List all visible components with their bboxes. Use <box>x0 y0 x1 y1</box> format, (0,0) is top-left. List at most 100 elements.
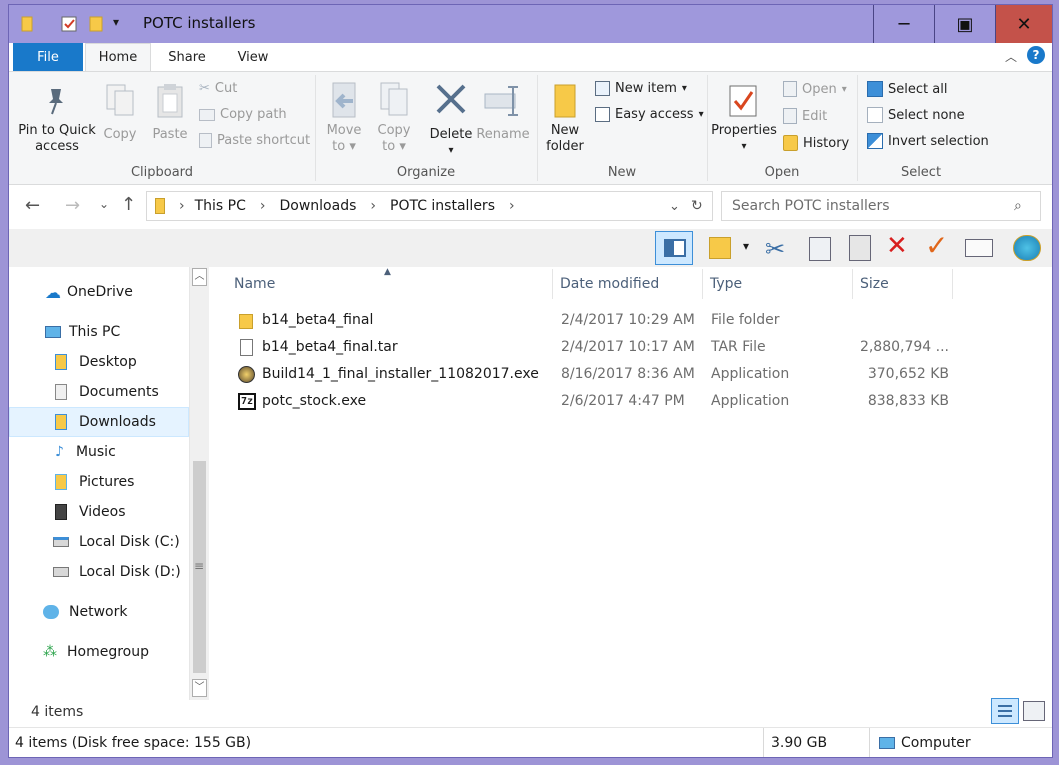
checkmark-icon[interactable]: ✓ <box>925 229 948 262</box>
paste-icon[interactable] <box>849 235 871 261</box>
back-icon[interactable]: ← <box>25 195 40 216</box>
select-none-icon <box>867 107 883 123</box>
up-icon[interactable]: ↑ <box>121 194 136 215</box>
copy-button[interactable]: Copy <box>97 127 143 143</box>
tab-home[interactable]: Home <box>85 43 151 71</box>
address-dropdown-icon[interactable]: ⌄ <box>669 199 680 214</box>
paste-shortcut-button[interactable]: Paste shortcut <box>199 133 310 148</box>
breadcrumb-this-pc[interactable]: This PC <box>195 198 246 214</box>
folder-icon <box>239 314 253 329</box>
copy-path-button[interactable]: Copy path <box>199 107 287 122</box>
maximize-button[interactable]: ▣ <box>934 5 995 43</box>
nav-scrollbar[interactable]: ︿ ≡ ﹀ <box>189 267 209 700</box>
chevron-down-icon: ▾ <box>448 145 454 156</box>
easy-access-button[interactable]: Easy access ▾ <box>595 107 704 122</box>
edit-button[interactable]: Edit <box>783 108 827 124</box>
scroll-down-icon[interactable]: ﹀ <box>192 679 207 697</box>
help-icon[interactable]: ? <box>1027 46 1045 64</box>
new-folder-button[interactable]: New folder <box>539 123 591 155</box>
copy-icon[interactable] <box>809 237 831 261</box>
large-icons-view-icon[interactable] <box>1023 701 1045 721</box>
select-none-button[interactable]: Select none <box>867 107 965 123</box>
folder-options-icon[interactable] <box>709 237 731 259</box>
qat-dropdown-icon[interactable]: ▾ <box>113 15 119 29</box>
table-row[interactable]: b14_beta4_final.tar 2/4/2017 10:17 AM TA… <box>214 335 954 362</box>
address-bar[interactable]: › This PC › Downloads › POTC installers … <box>146 191 713 221</box>
status-separator <box>763 728 764 757</box>
nav-item-onedrive[interactable]: ☁ OneDrive <box>9 277 189 307</box>
nav-item-downloads[interactable]: Downloads <box>9 407 189 437</box>
table-row[interactable]: 7z potc_stock.exe 2/6/2017 4:47 PM Appli… <box>214 389 954 416</box>
tab-view[interactable]: View <box>221 43 285 71</box>
search-input[interactable]: Search POTC installers ⌕ <box>721 191 1041 221</box>
tab-file[interactable]: File <box>13 43 83 71</box>
copy-to-button[interactable]: Copy to ▾ <box>369 123 419 155</box>
nav-item-network[interactable]: Network <box>9 597 189 627</box>
minimize-button[interactable]: ─ <box>873 5 934 43</box>
nav-item-documents[interactable]: Documents <box>9 377 189 407</box>
properties-qat-icon[interactable] <box>59 14 79 34</box>
new-item-button[interactable]: New item ▾ <box>595 81 687 96</box>
cut-icon[interactable]: ✂ <box>765 235 785 263</box>
chevron-down-icon: ▾ <box>681 83 687 94</box>
delete-button[interactable]: Delete ▾ <box>425 127 477 159</box>
location-zone: Computer <box>901 735 971 751</box>
column-header-name[interactable]: Name <box>227 269 553 299</box>
column-header-date-modified[interactable]: Date modified <box>553 269 703 299</box>
new-folder-qat-icon[interactable] <box>87 14 107 34</box>
rename-button[interactable]: Rename <box>475 127 531 143</box>
table-row[interactable]: b14_beta4_final 2/4/2017 10:29 AM File f… <box>214 308 954 335</box>
rename-icon[interactable] <box>965 239 993 257</box>
refresh-icon[interactable]: ↻ <box>691 198 703 214</box>
nav-item-local-disk-d[interactable]: Local Disk (D:) <box>9 557 189 587</box>
chevron-down-icon[interactable]: ▾ <box>743 239 749 253</box>
nav-item-local-disk-c[interactable]: Local Disk (C:) <box>9 527 189 557</box>
close-button[interactable]: ✕ <box>995 5 1052 43</box>
breadcrumb-potc-installers[interactable]: POTC installers <box>390 198 495 214</box>
paste-shortcut-icon <box>199 133 212 148</box>
preview-pane-icon[interactable] <box>655 231 693 265</box>
nav-item-pictures[interactable]: Pictures <box>9 467 189 497</box>
search-icon[interactable]: ⌕ <box>1014 198 1022 214</box>
cut-button[interactable]: ✂ Cut <box>199 81 237 96</box>
nav-item-this-pc[interactable]: This PC <box>9 317 189 347</box>
nav-item-music[interactable]: ♪ Music <box>9 437 189 467</box>
collapse-ribbon-icon[interactable]: ︿ <box>1005 48 1017 65</box>
table-row[interactable]: Build14_1_final_installer_11082017.exe 8… <box>214 362 954 389</box>
selection-size: 3.90 GB <box>771 735 828 751</box>
computer-icon <box>45 326 61 338</box>
file-icon <box>240 339 253 356</box>
history-button[interactable]: History <box>783 135 849 151</box>
organize-group-label: Organize <box>396 165 456 180</box>
move-to-icon <box>332 82 356 118</box>
scroll-up-icon[interactable]: ︿ <box>192 268 207 286</box>
nav-item-desktop[interactable]: Desktop <box>9 347 189 377</box>
easy-access-icon <box>595 107 610 122</box>
open-icon <box>783 81 797 97</box>
column-header-size[interactable]: Size <box>853 269 953 299</box>
breadcrumb-downloads[interactable]: Downloads <box>280 198 357 214</box>
properties-button[interactable]: Properties ▾ <box>709 123 779 155</box>
explorer-window: ▾ POTC installers ─ ▣ ✕ File Home Share … <box>8 4 1053 758</box>
shell-icon[interactable] <box>1013 235 1041 261</box>
paste-button[interactable]: Paste <box>147 127 193 143</box>
grip-icon: ≡ <box>194 559 205 573</box>
open-button[interactable]: Open ▾ <box>783 81 847 97</box>
chevron-down-icon: ▾ <box>841 83 847 95</box>
pin-to-quick-access-button[interactable]: Pin to Quick access <box>17 123 97 155</box>
7zip-icon: 7z <box>238 393 256 410</box>
homegroup-icon: ⁂ <box>43 644 57 660</box>
delete-icon[interactable]: ✕ <box>886 231 908 261</box>
move-to-button[interactable]: Move to ▾ <box>319 123 369 155</box>
installer-icon <box>238 366 255 383</box>
nav-item-videos[interactable]: Videos <box>9 497 189 527</box>
nav-item-homegroup[interactable]: ⁂ Homegroup <box>9 637 189 667</box>
select-all-button[interactable]: Select all <box>867 81 947 97</box>
status-bar: 4 items (Disk free space: 155 GB) 3.90 G… <box>9 727 1052 757</box>
column-header-type[interactable]: Type <box>703 269 853 299</box>
recent-locations-icon[interactable]: ⌄ <box>99 197 109 211</box>
invert-selection-button[interactable]: Invert selection <box>867 133 989 149</box>
details-view-icon[interactable] <box>991 698 1019 724</box>
tab-share[interactable]: Share <box>155 43 219 71</box>
forward-icon[interactable]: → <box>65 195 80 216</box>
